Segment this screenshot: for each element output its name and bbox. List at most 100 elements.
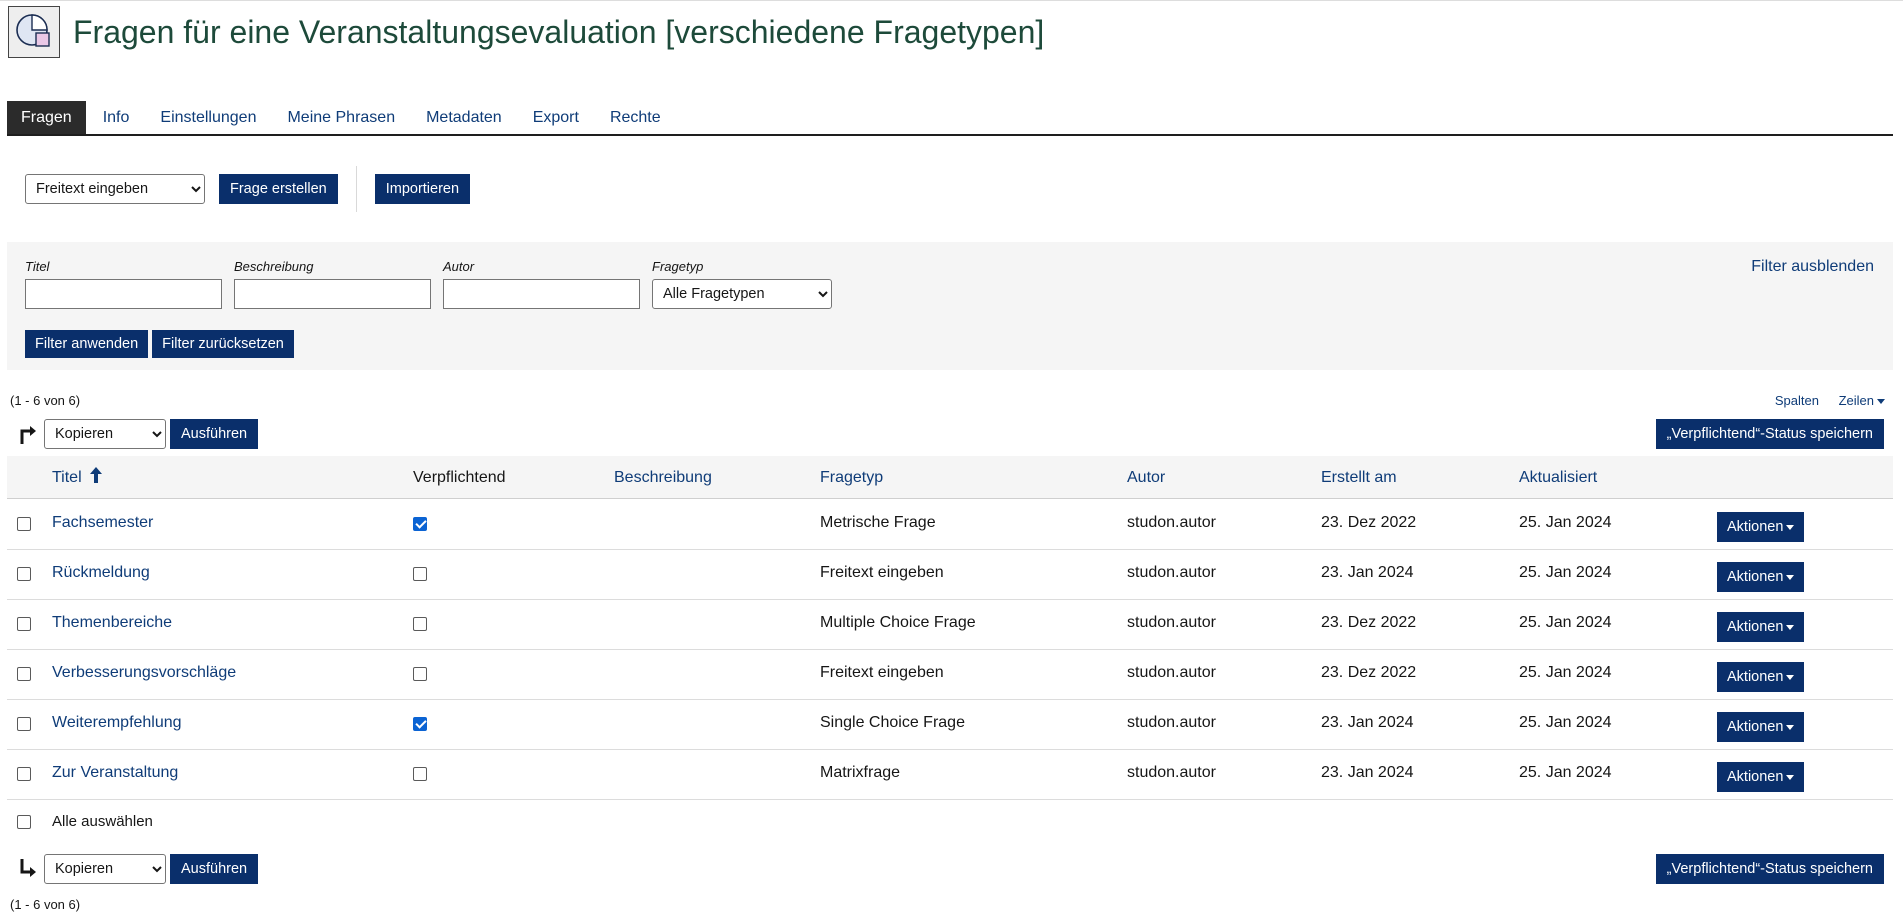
tab-einstellungen[interactable]: Einstellungen xyxy=(146,101,270,134)
row-actions-button[interactable]: Aktionen xyxy=(1717,662,1805,692)
table-header: Titel Verpflichtend Beschreibung Fragety… xyxy=(7,456,1893,499)
row-created: 23. Dez 2022 xyxy=(1321,514,1417,531)
select-all-row: Alle auswählen xyxy=(7,813,407,833)
apply-filter-button[interactable]: Filter anwenden xyxy=(25,330,149,358)
row-updated: 25. Jan 2024 xyxy=(1519,564,1612,581)
rows-link-label: Zeilen xyxy=(1838,393,1874,408)
survey-pool-icon xyxy=(8,6,60,58)
mandatory-checkbox[interactable] xyxy=(413,717,427,731)
save-mandatory-button-top[interactable]: „Verpflichtend“-Status speichern xyxy=(1655,419,1884,449)
execute-button-bottom[interactable]: Ausführen xyxy=(170,854,259,884)
filter-author-field: Autor xyxy=(443,259,640,309)
chevron-down-icon xyxy=(1786,624,1795,630)
row-select-checkbox[interactable] xyxy=(17,767,31,781)
table-row: Fachsemester Metrische Frage studon.auto… xyxy=(7,500,1893,550)
row-actions-button[interactable]: Aktionen xyxy=(1717,712,1805,742)
import-button[interactable]: Importieren xyxy=(374,174,471,204)
row-actions-button[interactable]: Aktionen xyxy=(1717,562,1805,592)
hide-filter-link[interactable]: Filter ausblenden xyxy=(1751,258,1874,276)
header-type[interactable]: Fragetyp xyxy=(820,456,883,499)
table-row: Rückmeldung Freitext eingeben studon.aut… xyxy=(7,550,1893,600)
filter-description-input[interactable] xyxy=(234,279,431,309)
tab-rechte[interactable]: Rechte xyxy=(596,101,675,134)
toolbar-separator xyxy=(355,166,357,212)
row-actions-button[interactable]: Aktionen xyxy=(1717,762,1805,792)
header-created[interactable]: Erstellt am xyxy=(1321,456,1397,499)
mandatory-checkbox[interactable] xyxy=(413,667,427,681)
arrow-turn-down-right-icon xyxy=(20,859,36,877)
filter-type-select[interactable]: Alle Fragetypen xyxy=(652,279,832,309)
row-updated: 25. Jan 2024 xyxy=(1519,614,1612,631)
mandatory-checkbox[interactable] xyxy=(413,767,427,781)
header-title-label: Titel xyxy=(52,469,82,486)
multi-command-select-bottom[interactable]: Kopieren xyxy=(44,854,166,884)
row-select-checkbox[interactable] xyxy=(17,717,31,731)
filter-description-label: Beschreibung xyxy=(234,259,314,274)
arrow-turn-right-icon xyxy=(20,426,36,444)
select-all-checkbox[interactable] xyxy=(17,815,31,829)
row-updated: 25. Jan 2024 xyxy=(1519,514,1612,531)
tab-export[interactable]: Export xyxy=(519,101,593,134)
row-actions-label: Aktionen xyxy=(1727,719,1784,735)
row-created: 23. Dez 2022 xyxy=(1321,614,1417,631)
chevron-down-icon xyxy=(1786,674,1795,680)
filter-type-field: Fragetyp Alle Fragetypen xyxy=(652,259,832,309)
columns-link-label: Spalten xyxy=(1774,393,1819,408)
row-author: studon.autor xyxy=(1127,514,1216,531)
filter-title-label: Titel xyxy=(25,259,50,274)
filter-author-input[interactable] xyxy=(443,279,640,309)
row-title-link[interactable]: Verbesserungsvorschläge xyxy=(52,650,236,698)
rows-link[interactable]: Zeilen xyxy=(1839,393,1885,408)
tab-info[interactable]: Info xyxy=(89,101,144,134)
columns-link[interactable]: Spalten xyxy=(1775,393,1819,408)
multi-command-select-top[interactable]: Kopieren xyxy=(44,419,166,449)
filter-description-field: Beschreibung xyxy=(234,259,431,309)
row-title-link[interactable]: Zur Veranstaltung xyxy=(52,750,178,798)
chevron-down-icon xyxy=(1786,774,1795,780)
filter-author-label: Autor xyxy=(443,259,475,274)
mandatory-checkbox[interactable] xyxy=(413,567,427,581)
range-text-top: (1 - 6 von 6) xyxy=(10,393,81,408)
tab-meine-phrasen[interactable]: Meine Phrasen xyxy=(273,101,409,134)
row-select-checkbox[interactable] xyxy=(17,667,31,681)
table-row: Themenbereiche Multiple Choice Frage stu… xyxy=(7,600,1893,650)
multi-command-top: Kopieren Ausführen xyxy=(18,419,259,449)
tab-metadaten[interactable]: Metadaten xyxy=(412,101,516,134)
row-select-checkbox[interactable] xyxy=(17,567,31,581)
header-mandatory: Verpflichtend xyxy=(413,469,506,486)
row-created: 23. Jan 2024 xyxy=(1321,764,1414,781)
tab-fragen[interactable]: Fragen xyxy=(7,101,86,134)
create-question-button[interactable]: Frage erstellen xyxy=(219,174,338,204)
header-updated[interactable]: Aktualisiert xyxy=(1519,456,1597,499)
header-author[interactable]: Autor xyxy=(1127,456,1165,499)
page-header: Fragen für eine Veranstaltungsevaluation… xyxy=(8,6,1044,58)
row-title-link[interactable]: Weiterempfehlung xyxy=(52,700,182,748)
save-mandatory-button-bottom[interactable]: „Verpflichtend“-Status speichern xyxy=(1655,854,1884,884)
row-select-checkbox[interactable] xyxy=(17,517,31,531)
filter-title-input[interactable] xyxy=(25,279,222,309)
row-title-link[interactable]: Rückmeldung xyxy=(52,550,150,598)
mandatory-checkbox[interactable] xyxy=(413,517,427,531)
row-type: Multiple Choice Frage xyxy=(820,614,976,631)
row-author: studon.autor xyxy=(1127,664,1216,681)
question-type-select[interactable]: Freitext eingeben xyxy=(25,174,205,204)
reset-filter-button[interactable]: Filter zurücksetzen xyxy=(152,330,294,358)
table-view-links: Spalten Zeilen xyxy=(1759,393,1885,408)
row-created: 23. Dez 2022 xyxy=(1321,664,1417,681)
filter-panel: Titel Beschreibung Autor Fragetyp Alle F… xyxy=(7,242,1893,370)
row-title-link[interactable]: Fachsemester xyxy=(52,500,153,548)
table-row: Weiterempfehlung Single Choice Frage stu… xyxy=(7,700,1893,750)
row-type: Metrische Frage xyxy=(820,514,936,531)
table-row: Verbesserungsvorschläge Freitext eingebe… xyxy=(7,650,1893,700)
filter-type-label: Fragetyp xyxy=(652,259,704,274)
header-description[interactable]: Beschreibung xyxy=(614,456,712,499)
row-actions-button[interactable]: Aktionen xyxy=(1717,612,1805,642)
row-title-link[interactable]: Themenbereiche xyxy=(52,600,172,648)
execute-button-top[interactable]: Ausführen xyxy=(170,419,259,449)
mandatory-checkbox[interactable] xyxy=(413,617,427,631)
row-author: studon.autor xyxy=(1127,764,1216,781)
row-select-checkbox[interactable] xyxy=(17,617,31,631)
row-actions-label: Aktionen xyxy=(1727,569,1784,585)
header-title[interactable]: Titel xyxy=(52,456,103,499)
row-actions-button[interactable]: Aktionen xyxy=(1717,512,1805,542)
